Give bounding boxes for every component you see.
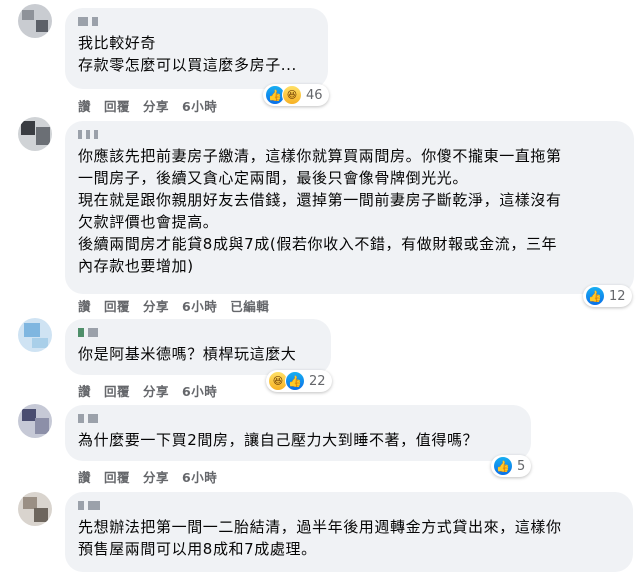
avatar[interactable] <box>18 117 52 151</box>
comment-text: 你是阿基米德嗎？槓桿玩這麼大 <box>78 345 297 363</box>
like-button[interactable]: 讚 <box>78 381 91 400</box>
comment-bubble: 我比較好奇 存款零怎麼可以買這麼多房子... <box>65 8 328 89</box>
share-button[interactable]: 分享 <box>143 381 169 400</box>
like-button[interactable]: 讚 <box>78 296 91 315</box>
comment-bubble: 先想辦法把第一間一二胎結清，過半年後用週轉金方式貸出來，這樣你 預售屋兩間可以用… <box>65 492 633 572</box>
reaction-count: 5 <box>517 458 526 474</box>
laughing-face-icon: 😆 <box>282 85 302 105</box>
like-button[interactable]: 讚 <box>78 467 91 486</box>
timestamp[interactable]: 6小時 <box>182 296 217 315</box>
reaction-summary[interactable]: 👍 12 <box>583 285 632 307</box>
reaction-summary[interactable]: 😆 👍 22 <box>266 370 332 392</box>
reaction-summary[interactable]: 👍 😆 46 <box>263 84 329 106</box>
comment-actions: 讚 回覆 分享 6小時 <box>78 467 217 486</box>
reaction-count: 12 <box>609 288 626 304</box>
like-button[interactable]: 讚 <box>78 96 91 115</box>
author-name-blurred[interactable] <box>78 413 519 423</box>
edited-label: 已編輯 <box>230 299 270 314</box>
avatar[interactable] <box>18 318 52 352</box>
reaction-count: 22 <box>309 373 326 389</box>
avatar[interactable] <box>18 492 52 526</box>
share-button[interactable]: 分享 <box>143 96 169 115</box>
reply-button[interactable]: 回覆 <box>104 296 130 315</box>
reply-button[interactable]: 回覆 <box>104 96 130 115</box>
comment-text: 先想辦法把第一間一二胎結清，過半年後用週轉金方式貸出來，這樣你 預售屋兩間可以用… <box>78 518 562 558</box>
comment-actions: 讚 回覆 分享 6小時 <box>78 381 217 400</box>
comment-text: 為什麼要一下買2間房，讓自己壓力大到睡不著，值得嗎？ <box>78 431 479 449</box>
comment-text: 你應該先把前妻房子繳清，這樣你就算買兩間房。你傻不攏東一直拖第 一間房子，後續又… <box>78 147 562 275</box>
comment-bubble: 為什麼要一下買2間房，讓自己壓力大到睡不著，值得嗎？ <box>65 405 531 461</box>
timestamp[interactable]: 6小時 <box>182 467 217 486</box>
timestamp[interactable]: 6小時 <box>182 96 217 115</box>
author-name-blurred[interactable] <box>78 500 621 510</box>
reaction-count: 46 <box>306 87 323 103</box>
thumbs-up-icon: 👍 <box>585 286 605 306</box>
reaction-summary[interactable]: 👍 5 <box>491 455 532 477</box>
reply-button[interactable]: 回覆 <box>104 467 130 486</box>
comment-bubble: 你是阿基米德嗎？槓桿玩這麼大 <box>65 319 331 375</box>
comment-bubble: 你應該先把前妻房子繳清，這樣你就算買兩間房。你傻不攏東一直拖第 一間房子，後續又… <box>65 121 634 294</box>
thumbs-up-icon: 👍 <box>285 371 305 391</box>
share-button[interactable]: 分享 <box>143 296 169 315</box>
comment-actions: 讚 回覆 分享 6小時 <box>78 96 217 115</box>
share-button[interactable]: 分享 <box>143 467 169 486</box>
thumbs-up-icon: 👍 <box>493 456 513 476</box>
timestamp[interactable]: 6小時 <box>182 381 217 400</box>
avatar[interactable] <box>18 404 52 438</box>
author-name-blurred[interactable] <box>78 16 316 26</box>
author-name-blurred[interactable] <box>78 327 319 337</box>
comment-actions: 讚 回覆 分享 6小時 已編輯 <box>78 296 269 315</box>
reply-button[interactable]: 回覆 <box>104 381 130 400</box>
avatar[interactable] <box>18 4 52 38</box>
author-name-blurred[interactable] <box>78 129 622 139</box>
comment-text: 我比較好奇 存款零怎麼可以買這麼多房子... <box>78 34 297 74</box>
